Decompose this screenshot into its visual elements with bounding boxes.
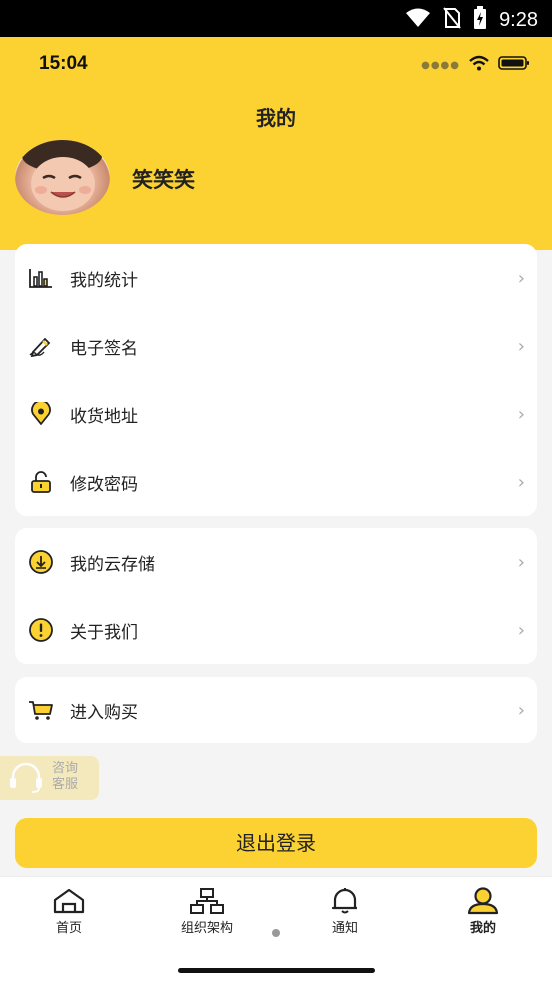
tab-organization[interactable]: 组织架构 <box>157 887 257 936</box>
chevron-right-icon: › <box>517 471 525 493</box>
bottom-tab-bar: 首页 组织架构 通知 我的 <box>0 876 552 982</box>
bar-chart-icon <box>27 264 55 292</box>
wifi-icon <box>405 8 431 32</box>
menu-label: 我的云存储 <box>70 554 155 575</box>
user-icon <box>433 887 533 915</box>
avatar[interactable] <box>15 140 110 215</box>
menu-item-address[interactable]: 收货地址 › <box>15 380 537 448</box>
signal-dots-icon: ●●●● <box>421 59 460 71</box>
consult-text: 咨询 客服 <box>52 761 78 793</box>
menu-item-password[interactable]: 修改密码 › <box>15 448 537 516</box>
menu-item-purchase[interactable]: 进入购买 › <box>15 677 537 743</box>
status-icons: ●●●● <box>421 55 530 75</box>
menu-item-about[interactable]: 关于我们 › <box>15 596 537 664</box>
chevron-right-icon: › <box>517 699 525 721</box>
chevron-right-icon: › <box>517 403 525 425</box>
menu-label: 修改密码 <box>70 474 138 495</box>
tab-notifications[interactable]: 通知 <box>295 887 395 936</box>
menu-label: 进入购买 <box>70 702 138 723</box>
page-title: 我的 <box>256 106 296 130</box>
battery-icon <box>498 55 530 75</box>
menu-label: 关于我们 <box>70 622 138 643</box>
customer-service-button[interactable]: 咨询 客服 <box>0 756 99 800</box>
chevron-right-icon: › <box>517 335 525 357</box>
pen-icon <box>27 332 55 360</box>
tab-label: 组织架构 <box>180 921 233 936</box>
lock-icon <box>27 468 55 496</box>
tab-me[interactable]: 我的 <box>433 887 533 936</box>
system-status-bar: 9:28 <box>0 0 552 37</box>
menu-item-statistics[interactable]: 我的统计 › <box>15 244 537 312</box>
no-sim-icon <box>443 7 461 33</box>
menu-card-info: 我的云存储 › 关于我们 › <box>15 528 537 664</box>
bell-icon <box>295 887 395 915</box>
menu-card-purchase: 进入购买 › <box>15 677 537 743</box>
menu-card-account: 我的统计 › 电子签名 › 收货地址 › 修改密码 › <box>15 244 537 516</box>
menu-item-cloud-storage[interactable]: 我的云存储 › <box>15 528 537 596</box>
page-indicator-dot <box>272 929 280 937</box>
username: 笑笑笑 <box>132 168 195 192</box>
menu-label: 收货地址 <box>70 406 138 427</box>
profile-header: 15:04 ●●●● 我的 笑笑笑 <box>0 37 552 250</box>
wifi-icon <box>468 55 490 75</box>
org-chart-icon <box>157 887 257 915</box>
cloud-download-icon <box>27 548 55 576</box>
chevron-right-icon: › <box>517 619 525 641</box>
tab-label: 通知 <box>331 921 358 936</box>
menu-item-signature[interactable]: 电子签名 › <box>15 312 537 380</box>
system-clock: 9:28 <box>499 8 538 31</box>
logout-button[interactable]: 退出登录 <box>15 818 537 868</box>
menu-label: 我的统计 <box>70 270 138 291</box>
chevron-right-icon: › <box>517 551 525 573</box>
menu-label: 电子签名 <box>70 338 138 359</box>
location-pin-icon <box>27 400 55 428</box>
tab-label: 我的 <box>469 921 496 936</box>
battery-charging-icon <box>473 6 487 34</box>
chevron-right-icon: › <box>517 267 525 289</box>
headset-icon <box>8 762 44 798</box>
home-icon <box>19 887 119 915</box>
consult-line-1: 咨询 <box>52 761 79 776</box>
info-alert-icon <box>27 616 55 644</box>
cart-icon <box>27 696 55 724</box>
tab-home[interactable]: 首页 <box>19 887 119 936</box>
tab-label: 首页 <box>55 921 82 936</box>
home-indicator[interactable] <box>178 968 375 973</box>
status-time: 15:04 <box>39 53 88 74</box>
consult-line-2: 客服 <box>52 777 79 792</box>
